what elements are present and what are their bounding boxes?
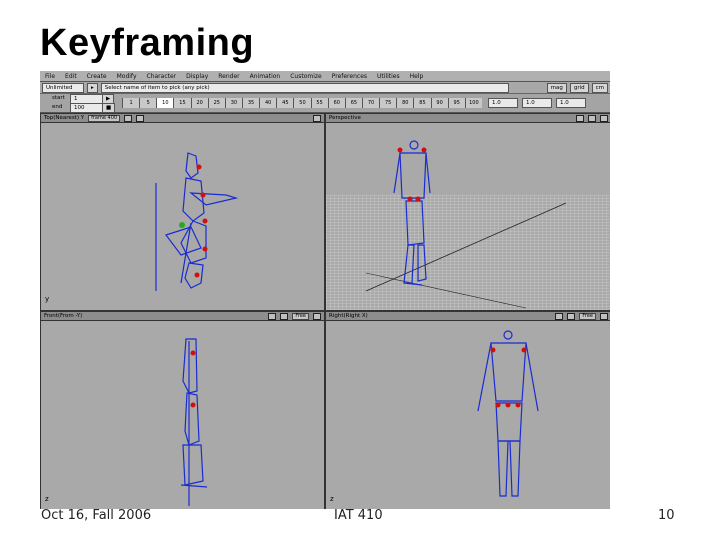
camera-icon[interactable] — [555, 312, 564, 320]
frame-cell[interactable]: 1 — [122, 98, 140, 108]
frame-cell[interactable]: 100 — [464, 98, 482, 108]
value-field-3[interactable]: 1.0 — [556, 98, 586, 108]
selected-joint — [179, 222, 185, 228]
menu-customize[interactable]: Customize — [285, 73, 327, 80]
frame-cell[interactable]: 45 — [276, 98, 294, 108]
menu-modify[interactable]: Modify — [112, 73, 142, 80]
footer-date: Oct 16, Fall 2006 — [41, 508, 152, 523]
prompt-line: Select name of item to pick (any pick) — [100, 82, 509, 93]
end-field[interactable]: 100 — [70, 103, 106, 113]
application-window: File Edit Create Modify Character Displa… — [40, 71, 610, 509]
frame-cell[interactable]: 5 — [139, 98, 157, 108]
axis-label: z — [45, 495, 49, 503]
viewport-perspective[interactable]: Perspective — [325, 113, 610, 311]
prompt-toolbar: Unlimited ▸ Select name of item to pick … — [40, 82, 610, 94]
zoom-icon[interactable] — [588, 114, 596, 122]
frame-cell[interactable]: 55 — [310, 98, 328, 108]
viewport-front[interactable]: Front(From -Y) Free z — [40, 311, 325, 509]
frame-cell[interactable]: 70 — [361, 98, 380, 108]
page-number: 10 — [658, 508, 675, 523]
frame-cell[interactable]: 80 — [396, 98, 414, 108]
mag-button[interactable]: mag — [546, 82, 567, 93]
viewport-right[interactable]: Right(Right X) Free z — [325, 311, 610, 509]
frame-cell[interactable]: 60 — [327, 98, 345, 108]
viewport-label: Perspective — [329, 115, 361, 121]
zoom-icon[interactable] — [280, 312, 289, 320]
menu-character[interactable]: Character — [142, 73, 182, 80]
viewport-canvas — [326, 140, 610, 310]
maximize-icon[interactable] — [313, 114, 321, 122]
frame-cell[interactable]: 15 — [173, 98, 191, 108]
frame-cell[interactable]: 65 — [344, 98, 362, 108]
viewport-field[interactable]: Free — [292, 312, 309, 320]
cm-button[interactable]: cm — [591, 82, 608, 93]
frame-cell[interactable]: 90 — [430, 98, 448, 108]
start-label: start — [52, 95, 65, 101]
frame-ruler[interactable]: 1 5 10 15 20 25 30 35 40 45 50 55 60 65 70 75 80 85 90 95 10… — [122, 98, 482, 108]
ground-grid — [326, 195, 610, 310]
skeleton-wireframe — [180, 338, 208, 506]
viewport-canvas: y — [45, 152, 239, 303]
maximize-icon[interactable] — [313, 312, 321, 320]
frame-cell[interactable]: 85 — [413, 98, 431, 108]
viewport-header: Right(Right X) Free — [326, 312, 610, 321]
viewport-header: Front(From -Y) Free — [41, 312, 324, 321]
frame-cell[interactable]: 10 — [156, 98, 174, 108]
camera-icon[interactable] — [576, 114, 584, 122]
frame-cell[interactable]: 50 — [293, 98, 311, 108]
stop-icon[interactable]: ■ — [102, 103, 116, 113]
viewport-label: Front(From -Y) — [44, 313, 83, 319]
menu-help[interactable]: Help — [405, 73, 429, 80]
frame-cell[interactable]: 35 — [241, 98, 260, 108]
frame-cell[interactable]: 40 — [259, 98, 277, 108]
frame-cell[interactable]: 30 — [224, 98, 242, 108]
arrow-icon[interactable]: ▸ — [87, 82, 98, 93]
viewport-field[interactable]: Free — [579, 312, 596, 320]
zoom-icon[interactable] — [567, 312, 576, 320]
viewport-canvas: z — [330, 330, 539, 503]
viewport-label: Right(Right X) — [329, 313, 368, 319]
camera-icon[interactable] — [268, 312, 277, 320]
skeleton-wireframe — [155, 152, 239, 291]
viewport-field[interactable]: frame 400 — [88, 114, 121, 122]
timeline-toolbar: start 1 end 100 ▶ ■ 1 5 10 15 20 25 30 35 40 45 50… — [40, 94, 610, 113]
menu-animation[interactable]: Animation — [245, 73, 286, 80]
joint-markers — [190, 350, 196, 408]
menu-render[interactable]: Render — [213, 73, 244, 80]
menu-create[interactable]: Create — [82, 73, 112, 80]
axis-label: y — [45, 295, 49, 303]
menu-bar: File Edit Create Modify Character Displa… — [40, 71, 610, 82]
frame-cell[interactable]: 95 — [447, 98, 465, 108]
slide-title: Keyframing — [40, 22, 255, 64]
menu-preferences[interactable]: Preferences — [327, 73, 372, 80]
mode-field[interactable]: Unlimited — [42, 82, 84, 93]
menu-display[interactable]: Display — [181, 73, 213, 80]
end-label: end — [52, 104, 63, 110]
viewport-top[interactable]: Top(Nearest) Y frame 400 y — [40, 113, 325, 311]
frame-cell[interactable]: 25 — [207, 98, 225, 108]
menu-edit[interactable]: Edit — [60, 73, 82, 80]
frame-cell[interactable]: 20 — [190, 98, 208, 108]
viewport-header: Perspective — [326, 114, 610, 123]
skeleton-wireframe — [477, 330, 539, 497]
value-field-2[interactable]: 1.0 — [522, 98, 552, 108]
viewport-header: Top(Nearest) Y frame 400 — [41, 114, 324, 123]
viewport-label: Top(Nearest) Y — [44, 115, 85, 121]
maximize-icon[interactable] — [600, 114, 608, 122]
footer-course: IAT 410 — [334, 508, 383, 523]
value-field-1[interactable]: 1.0 — [488, 98, 518, 108]
menu-utilities[interactable]: Utilities — [372, 73, 405, 80]
menu-file[interactable]: File — [40, 73, 60, 80]
viewport-canvas: z — [45, 338, 208, 506]
camera-icon[interactable] — [124, 114, 133, 122]
frame-cell[interactable]: 75 — [379, 98, 397, 108]
zoom-icon[interactable] — [136, 114, 145, 122]
maximize-icon[interactable] — [600, 312, 608, 320]
grid-button[interactable]: grid — [569, 82, 589, 93]
axis-label: z — [330, 495, 334, 503]
